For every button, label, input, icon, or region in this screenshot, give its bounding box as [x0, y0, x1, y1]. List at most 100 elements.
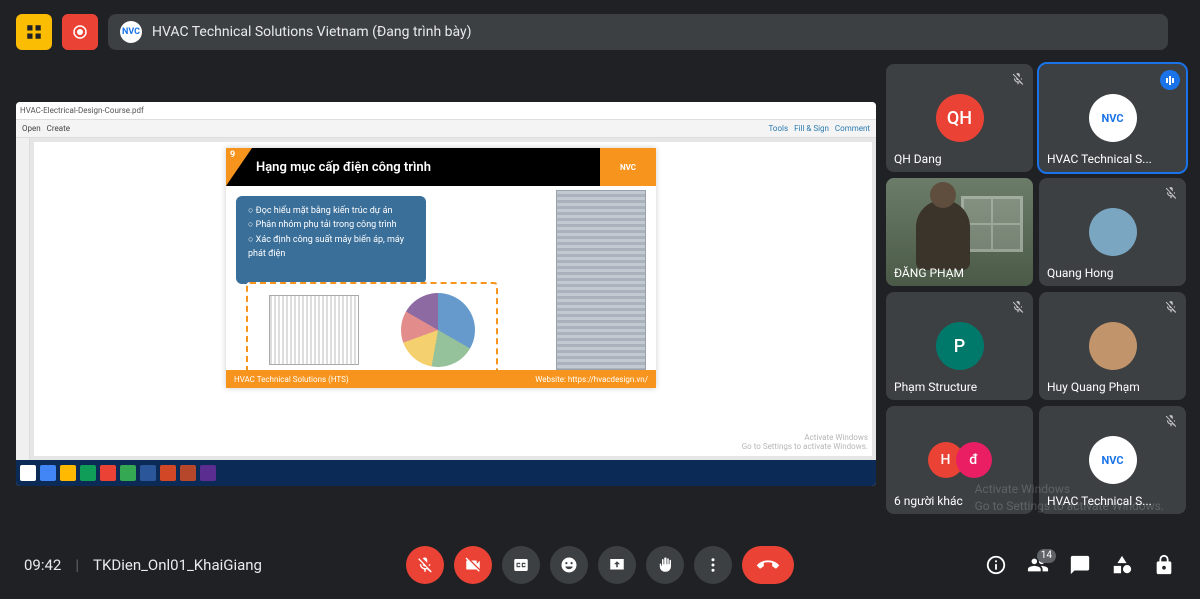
meeting-info[interactable]: 09:42 | TKDien_Onl01_KhaiGiang: [24, 556, 262, 574]
more-options-button[interactable]: [694, 546, 732, 584]
shared-screen-content: HVAC-Electrical-Design-Course.pdf Open C…: [16, 102, 876, 486]
pdf-canvas: 9 Hạng mục cấp điện công trình NVC Đọc h…: [34, 142, 872, 456]
captions-button[interactable]: [502, 546, 540, 584]
windows-taskbar: [16, 460, 876, 486]
avatar: QH: [936, 94, 984, 142]
participant-name: Huy Quang Phạm: [1047, 380, 1140, 394]
bullet-1: Đọc hiểu mặt bằng kiến trúc dự án: [248, 206, 392, 216]
participant-name: Quang Hong: [1047, 266, 1114, 280]
reactions-button[interactable]: [550, 546, 588, 584]
muted-icon: [1162, 298, 1180, 316]
bullet-3: Xác định công suất máy biến áp, máy phát…: [248, 235, 404, 259]
avatar: P: [936, 322, 984, 370]
participant-tile[interactable]: NVC HVAC Technical S...: [1039, 406, 1186, 514]
slide-number: 9: [230, 150, 235, 160]
presenting-banner[interactable]: NVC HVAC Technical Solutions Vietnam (Đa…: [108, 14, 1168, 50]
pie-chart-graphic: [401, 293, 475, 367]
mic-off-icon: [416, 556, 434, 574]
people-button[interactable]: 14: [1026, 553, 1050, 577]
toolbar-tools: Tools: [769, 124, 789, 133]
participant-tile[interactable]: Quang Hong: [1039, 178, 1186, 286]
bullet-2: Phân nhóm phụ tải trong công trình: [248, 220, 397, 230]
avatar: NVC: [1089, 94, 1137, 142]
people-count-badge: 14: [1037, 549, 1056, 563]
participant-tile[interactable]: P Phạm Structure: [886, 292, 1033, 400]
shapes-icon: [1111, 554, 1133, 576]
participant-name: HVAC Technical S...: [1047, 152, 1152, 166]
participant-tile[interactable]: Huy Quang Phạm: [1039, 292, 1186, 400]
window-toolbar: Open Create Tools Fill & Sign Comment: [16, 120, 876, 138]
clock: 09:42: [24, 556, 61, 574]
presenter-avatar: NVC: [120, 21, 142, 43]
muted-icon: [1009, 70, 1027, 88]
grid-icon: [25, 23, 43, 41]
toolbar-comment: Comment: [835, 124, 870, 133]
participants-grid: QH QH Dang NVC HVAC Technical S... ĐĂNG PHẠM…: [886, 64, 1186, 524]
participant-name: HVAC Technical S...: [1047, 494, 1152, 508]
chat-button[interactable]: [1068, 553, 1092, 577]
camera-button[interactable]: [454, 546, 492, 584]
toolbar-sign: Fill & Sign: [794, 124, 829, 133]
slide-logo: NVC: [600, 148, 656, 186]
meeting-details-button[interactable]: [984, 553, 1008, 577]
floor-plan-graphic: [269, 295, 359, 365]
toolbar-open: Open: [22, 124, 41, 133]
cc-icon: [512, 556, 530, 574]
window-titlebar: HVAC-Electrical-Design-Course.pdf: [16, 102, 876, 120]
lock-icon: [1153, 554, 1175, 576]
presenter-label: HVAC Technical Solutions Vietnam (Đang t…: [152, 24, 472, 40]
call-controls: [406, 546, 794, 584]
slide-diagram: [246, 282, 498, 378]
record-icon: [71, 23, 89, 41]
participant-name: ĐĂNG PHẠM: [894, 266, 964, 280]
top-bar: NVC HVAC Technical Solutions Vietnam (Đa…: [0, 0, 1200, 64]
pin-button[interactable]: [16, 14, 52, 50]
host-controls-button[interactable]: [1152, 553, 1176, 577]
pdf-sidebar: [16, 138, 30, 460]
meeting-code: TKDien_Onl01_KhaiGiang: [93, 556, 262, 574]
main-area: HVAC-Electrical-Design-Course.pdf Open C…: [0, 64, 1200, 524]
camera-off-icon: [464, 556, 482, 574]
overflow-avatars: Hđ: [928, 442, 992, 478]
slide-footer-left: HVAC Technical Solutions (HTS): [234, 375, 349, 384]
chat-icon: [1069, 554, 1091, 576]
present-button[interactable]: [598, 546, 636, 584]
toolbar-create: Create: [47, 124, 70, 133]
speaking-indicator: [1160, 70, 1180, 90]
window-title: HVAC-Electrical-Design-Course.pdf: [20, 106, 144, 115]
participant-tile[interactable]: QH QH Dang: [886, 64, 1033, 172]
raise-hand-button[interactable]: [646, 546, 684, 584]
present-icon: [608, 556, 626, 574]
participant-tile[interactable]: ĐĂNG PHẠM: [886, 178, 1033, 286]
call-end-icon: [757, 554, 779, 576]
avatar: [1089, 208, 1137, 256]
bottom-bar: 09:42 | TKDien_Onl01_KhaiGiang: [0, 531, 1200, 599]
slide-footer-right: Website: https://hvacdesign.vn/: [535, 375, 648, 384]
avatar: NVC: [1089, 436, 1137, 484]
shared-screen-tile[interactable]: HVAC-Electrical-Design-Course.pdf Open C…: [14, 64, 878, 524]
participant-tile[interactable]: NVC HVAC Technical S...: [1039, 64, 1186, 172]
slide-bullets: Đọc hiểu mặt bằng kiến trúc dự án Phân n…: [236, 196, 426, 284]
leave-call-button[interactable]: [742, 546, 794, 584]
avatar: [1089, 322, 1137, 370]
participant-name: QH Dang: [894, 152, 942, 166]
participant-name: 6 người khác: [894, 494, 963, 508]
hand-icon: [656, 556, 674, 574]
right-actions: 14: [984, 553, 1176, 577]
more-icon: [704, 556, 722, 574]
presentation-slide: 9 Hạng mục cấp điện công trình NVC Đọc h…: [226, 148, 656, 388]
slide-title: Hạng mục cấp điện công trình: [256, 160, 431, 175]
info-icon: [985, 554, 1007, 576]
smile-icon: [560, 556, 578, 574]
muted-icon: [1009, 298, 1027, 316]
participant-tile[interactable]: Hđ 6 người khác: [886, 406, 1033, 514]
separator: |: [75, 556, 79, 574]
building-graphic: [556, 190, 646, 370]
activities-button[interactable]: [1110, 553, 1134, 577]
participant-name: Phạm Structure: [894, 380, 977, 394]
os-watermark-inner: Activate Windows Go to Settings to activ…: [742, 433, 868, 452]
record-button[interactable]: [62, 14, 98, 50]
muted-icon: [1162, 184, 1180, 202]
mic-button[interactable]: [406, 546, 444, 584]
muted-icon: [1162, 412, 1180, 430]
